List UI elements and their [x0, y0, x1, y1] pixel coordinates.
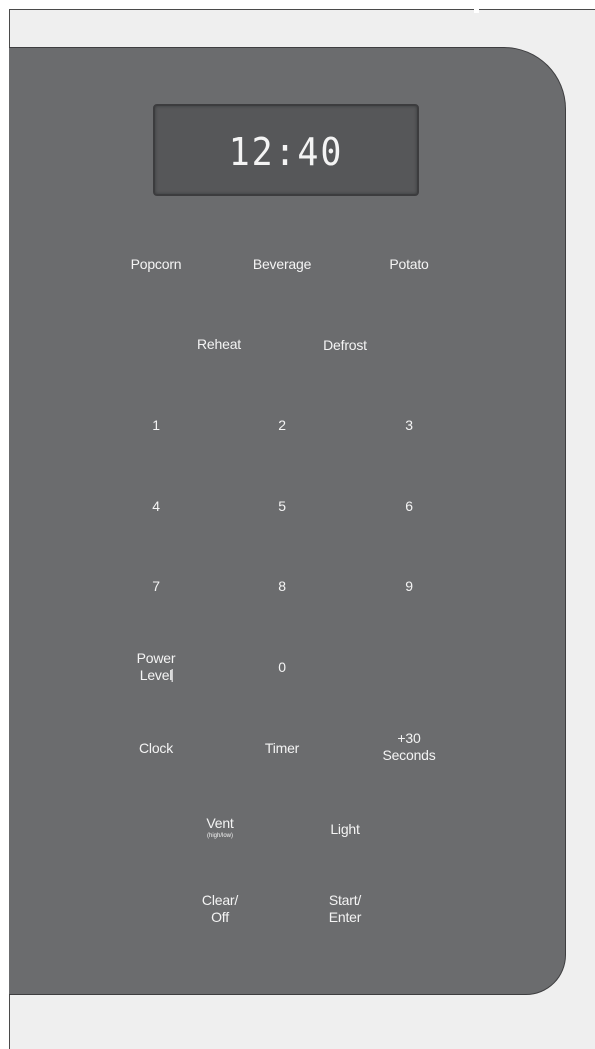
popcorn-label: Popcorn [130, 256, 182, 272]
number-7-label: 7 [152, 578, 160, 594]
text-cursor [171, 669, 173, 682]
start-enter-button[interactable]: Start/ Enter [328, 892, 362, 926]
potato-label: Potato [389, 256, 429, 272]
number-6-label: 6 [405, 498, 413, 514]
add-30-label-line2: Seconds [382, 747, 436, 763]
start-enter-label-line2: Enter [328, 909, 362, 925]
power-level-label-line2: Level [137, 667, 176, 684]
display-time: 12:40 [228, 130, 344, 174]
add-30-seconds-button[interactable]: +30 Seconds [382, 730, 435, 764]
number-8-label: 8 [278, 578, 286, 594]
defrost-label: Defrost [323, 337, 367, 353]
power-level-label-line1: Power [136, 650, 176, 666]
light-button[interactable]: Light [330, 821, 360, 838]
number-2-label: 2 [278, 417, 286, 433]
number-7-button[interactable]: 7 [152, 578, 160, 595]
number-1-label: 1 [152, 417, 160, 433]
clear-off-label-line2: Off [211, 909, 229, 925]
start-enter-label-line1: Start/ [328, 892, 362, 908]
vent-label: Vent [206, 815, 234, 831]
popcorn-button[interactable]: Popcorn [131, 256, 182, 273]
number-2-button[interactable]: 2 [278, 417, 286, 434]
power-level-label-text: Level [139, 667, 173, 683]
number-8-button[interactable]: 8 [278, 578, 286, 595]
reheat-button[interactable]: Reheat [197, 336, 241, 353]
number-5-label: 5 [278, 498, 286, 514]
timer-label: Timer [264, 740, 300, 756]
number-3-button[interactable]: 3 [405, 417, 413, 434]
number-4-label: 4 [152, 498, 160, 514]
number-6-button[interactable]: 6 [405, 498, 413, 515]
potato-button[interactable]: Potato [389, 256, 428, 273]
clock-display: 12:40 [153, 104, 419, 196]
number-0-label: 0 [278, 659, 286, 675]
number-3-label: 3 [405, 417, 413, 433]
reheat-label: Reheat [197, 336, 241, 352]
clear-off-button[interactable]: Clear/ Off [202, 892, 238, 926]
clock-label: Clock [138, 740, 174, 756]
clear-off-label-line1: Clear/ [201, 892, 239, 908]
beverage-label: Beverage [252, 256, 312, 272]
number-0-button[interactable]: 0 [278, 659, 286, 676]
add-30-label-line1: +30 [397, 730, 421, 746]
beverage-button[interactable]: Beverage [252, 256, 312, 273]
number-5-button[interactable]: 5 [278, 498, 286, 515]
clock-button[interactable]: Clock [139, 740, 173, 757]
number-4-button[interactable]: 4 [152, 498, 160, 515]
defrost-button[interactable]: Defrost [323, 337, 367, 354]
frame-gap [474, 5, 479, 13]
number-9-label: 9 [405, 578, 413, 594]
power-level-button[interactable]: Power Level [137, 650, 176, 684]
number-1-button[interactable]: 1 [152, 417, 160, 434]
number-9-button[interactable]: 9 [405, 578, 413, 595]
timer-button[interactable]: Timer [265, 740, 299, 757]
light-label: Light [330, 821, 360, 837]
vent-sublabel: (high/low) [206, 833, 234, 839]
vent-button[interactable]: Vent (high/low) [206, 815, 233, 840]
